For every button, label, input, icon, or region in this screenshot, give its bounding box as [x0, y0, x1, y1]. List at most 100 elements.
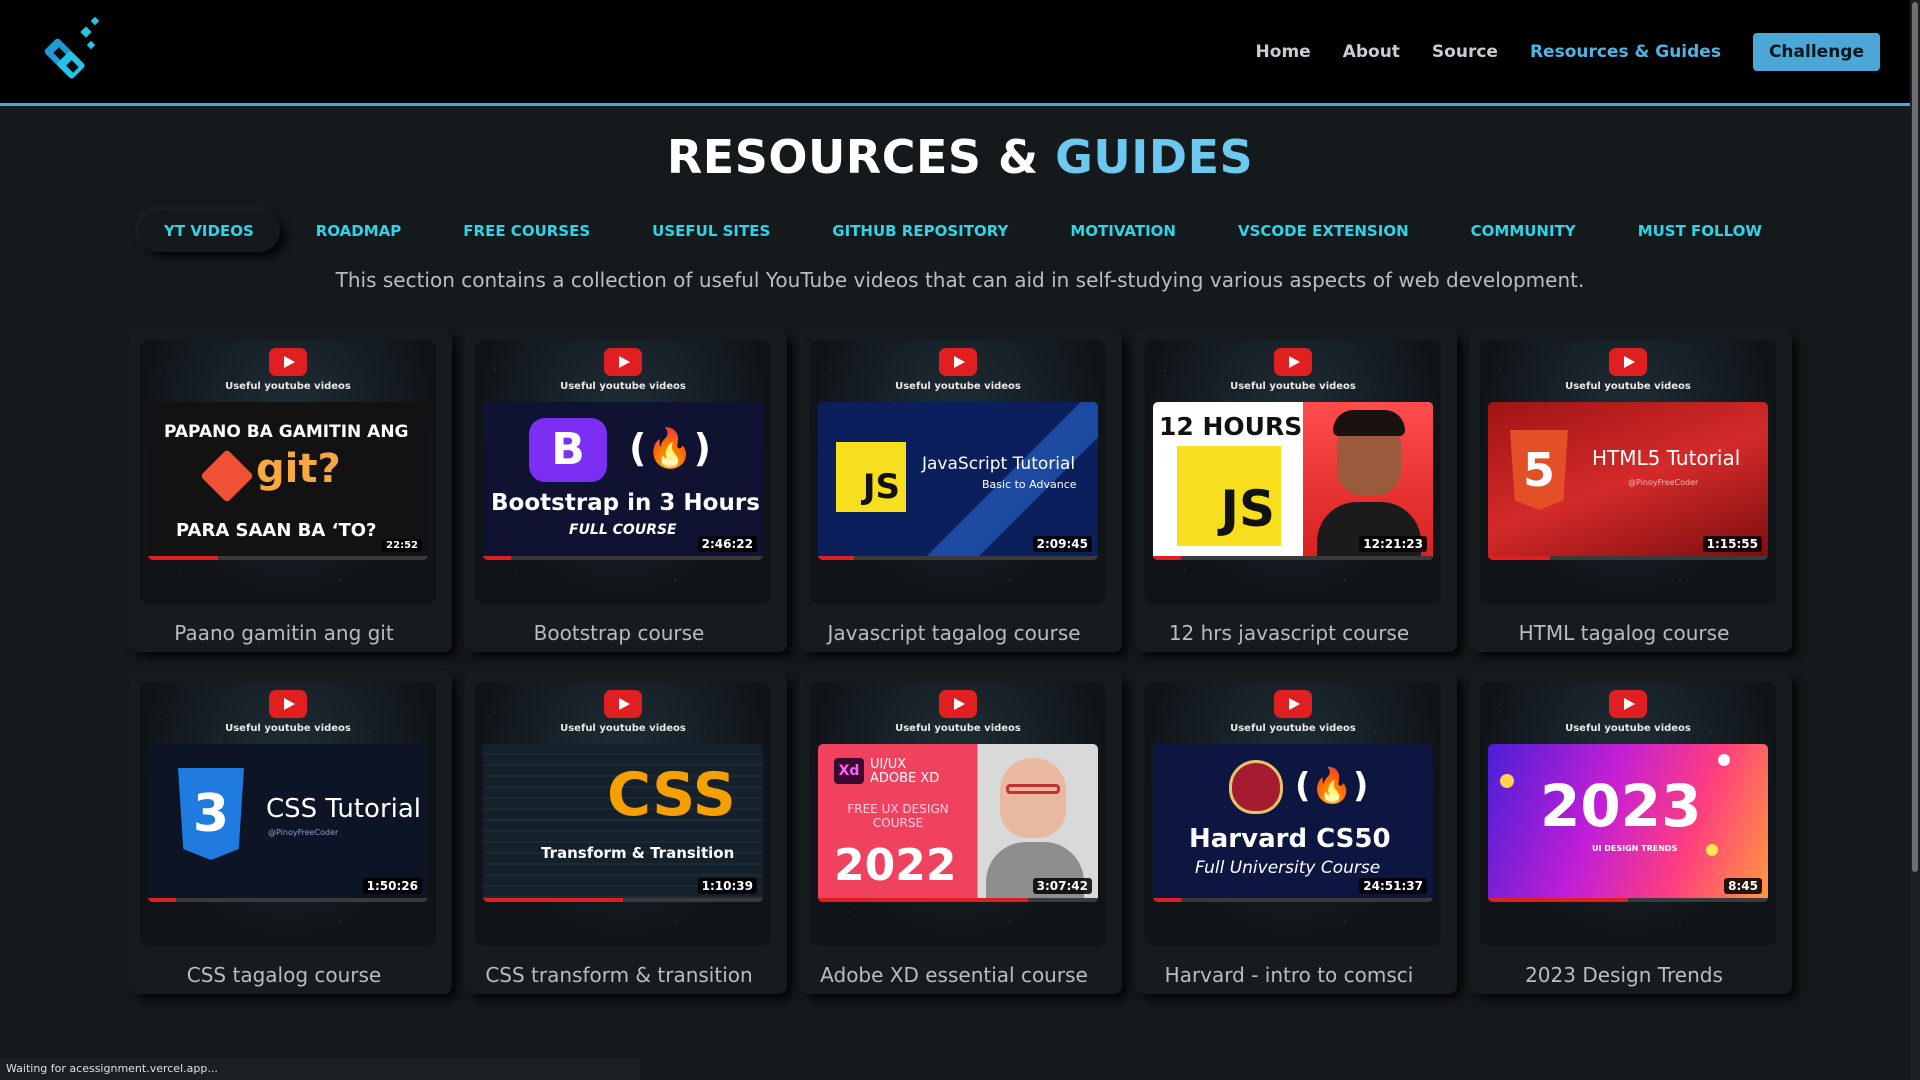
video-duration: 24:51:37 — [1359, 878, 1427, 894]
thumbnail-text: (🔥) — [629, 426, 712, 470]
thumbnail-text: B — [529, 418, 607, 482]
browser-status-bar: Waiting for acessignment.vercel.app... — [0, 1058, 640, 1080]
video-preview: 2023 UI DESIGN TRENDS 8:45 — [1488, 744, 1768, 902]
nav-source-link[interactable]: Source — [1432, 42, 1498, 62]
watch-progress — [148, 556, 218, 560]
video-title: HTML tagalog course — [1518, 621, 1730, 645]
thumbnail-caption: Useful youtube videos — [225, 723, 351, 734]
tab-useful-sites[interactable]: USEFUL SITES — [626, 210, 796, 252]
thumbnail-text: UI DESIGN TRENDS — [1592, 844, 1678, 853]
video-thumbnail[interactable]: Useful youtube videos 12 HOURS JS 12:21:… — [1145, 340, 1441, 604]
video-card[interactable]: Useful youtube videos 12 HOURS JS 12:21:… — [1137, 332, 1457, 652]
tab-must-follow[interactable]: MUST FOLLOW — [1612, 210, 1788, 252]
watch-progress — [1153, 898, 1181, 902]
tab-vscode-extension[interactable]: VSCODE EXTENSION — [1212, 210, 1435, 252]
resource-tabs: YT VIDEOS ROADMAP FREE COURSES USEFUL SI… — [138, 208, 1788, 254]
nav-resources-link[interactable]: Resources & Guides — [1530, 42, 1721, 62]
video-thumbnail[interactable]: Useful youtube videos PAPANO BA GAMITIN … — [140, 340, 436, 604]
tab-community[interactable]: COMMUNITY — [1445, 210, 1602, 252]
video-duration: 1:50:26 — [362, 878, 422, 894]
thumbnail-text: HTML5 Tutorial — [1592, 446, 1741, 470]
thumbnail-text: 12 HOURS — [1159, 412, 1303, 441]
thumbnail-caption: Useful youtube videos — [1565, 723, 1691, 734]
video-thumbnail[interactable]: Useful youtube videos Xd UI/UX ADOBE XD … — [810, 682, 1106, 946]
video-thumbnail[interactable]: Useful youtube videos CSS Transform & Tr… — [475, 682, 771, 946]
video-duration: 22:52 — [382, 539, 422, 552]
thumbnail-text: @PinoyFreeCoder — [268, 828, 339, 837]
tab-github-repository[interactable]: GITHUB REPOSITORY — [806, 210, 1034, 252]
thumbnail-text: (🔥) — [1295, 766, 1369, 806]
thumbnail-text: Bootstrap in 3 Hours — [491, 490, 760, 516]
thumbnail-text: JS — [1177, 446, 1281, 546]
video-title: Paano gamitin ang git — [174, 621, 394, 645]
video-card[interactable]: Useful youtube videos CSS Transform & Tr… — [467, 674, 787, 994]
youtube-play-icon — [939, 690, 977, 718]
video-thumbnail[interactable]: Useful youtube videos B (🔥) Bootstrap in… — [475, 340, 771, 604]
youtube-play-icon — [604, 690, 642, 718]
tab-motivation[interactable]: MOTIVATION — [1044, 210, 1202, 252]
video-card[interactable]: Useful youtube videos Xd UI/UX ADOBE XD … — [802, 674, 1122, 994]
thumbnail-text: Full University Course — [1195, 858, 1381, 878]
video-preview: 5 HTML5 Tutorial @PinoyFreeCoder 1:15:55 — [1488, 402, 1768, 560]
video-preview: 12 HOURS JS 12:21:23 — [1153, 402, 1433, 560]
video-title: Javascript tagalog course — [827, 621, 1081, 645]
tab-yt-videos[interactable]: YT VIDEOS — [138, 210, 280, 252]
youtube-play-icon — [269, 348, 307, 376]
thumbnail-text: 5 — [1510, 430, 1568, 510]
challenge-button[interactable]: Challenge — [1752, 33, 1880, 71]
tab-roadmap[interactable]: ROADMAP — [290, 210, 428, 252]
thumbnail-text: FULL COURSE — [569, 522, 677, 538]
video-card[interactable]: Useful youtube videos B (🔥) Bootstrap in… — [467, 332, 787, 652]
page-title-accent: GUIDES — [1055, 130, 1254, 184]
video-card[interactable]: Useful youtube videos 3 CSS Tutorial @Pi… — [132, 674, 452, 994]
video-thumbnail[interactable]: Useful youtube videos 3 CSS Tutorial @Pi… — [140, 682, 436, 946]
thumbnail-text: JS — [836, 442, 906, 512]
thumbnail-text: 2022 — [834, 840, 957, 891]
video-thumbnail[interactable]: Useful youtube videos (🔥) Harvard CS50 F… — [1145, 682, 1441, 946]
thumbnail-caption: Useful youtube videos — [895, 381, 1021, 392]
thumbnail-text: 2023 — [1540, 772, 1702, 840]
video-duration: 2:46:22 — [697, 536, 757, 552]
scrollbar-thumb[interactable] — [1912, 2, 1918, 872]
nav-about-link[interactable]: About — [1343, 42, 1400, 62]
site-logo[interactable] — [28, 14, 108, 92]
thumbnail-text: Transform & Transition — [541, 844, 735, 862]
youtube-play-icon — [604, 348, 642, 376]
watch-progress — [483, 898, 623, 902]
video-duration: 1:15:55 — [1702, 536, 1762, 552]
thumbnail-text: JavaScript Tutorial — [922, 454, 1076, 474]
harvard-shield-icon — [1229, 760, 1283, 814]
video-thumbnail[interactable]: Useful youtube videos 2023 UI DESIGN TRE… — [1480, 682, 1776, 946]
section-description: This section contains a collection of us… — [335, 268, 1585, 292]
video-title: Harvard - intro to comsci — [1164, 963, 1414, 987]
page-title-main: RESOURCES & — [666, 130, 1056, 184]
video-card[interactable]: Useful youtube videos PAPANO BA GAMITIN … — [132, 332, 452, 652]
thumbnail-text: Basic to Advance — [982, 478, 1077, 491]
presenter-photo — [1000, 758, 1066, 838]
video-card[interactable]: Useful youtube videos (🔥) Harvard CS50 F… — [1137, 674, 1457, 994]
watch-progress — [1488, 556, 1550, 560]
tab-free-courses[interactable]: FREE COURSES — [437, 210, 616, 252]
top-navbar: Home About Source Resources & Guides Cha… — [0, 0, 1920, 106]
thumbnail-caption: Useful youtube videos — [1230, 723, 1356, 734]
watch-progress — [818, 898, 1028, 902]
video-title: CSS transform & transition — [485, 963, 753, 987]
video-title: 12 hrs javascript course — [1168, 621, 1410, 645]
video-preview: PAPANO BA GAMITIN ANG git? PARA SAAN BA … — [148, 402, 428, 560]
nav-home-link[interactable]: Home — [1256, 42, 1311, 62]
video-preview: JS JavaScript Tutorial Basic to Advance … — [818, 402, 1098, 560]
video-card[interactable]: Useful youtube videos 2023 UI DESIGN TRE… — [1472, 674, 1792, 994]
youtube-play-icon — [1609, 348, 1647, 376]
video-thumbnail[interactable]: Useful youtube videos JS JavaScript Tuto… — [810, 340, 1106, 604]
youtube-play-icon — [269, 690, 307, 718]
video-preview: (🔥) Harvard CS50 Full University Course … — [1153, 744, 1433, 902]
thumbnail-text: CSS — [607, 760, 736, 830]
watch-progress — [483, 556, 511, 560]
video-card[interactable]: Useful youtube videos JS JavaScript Tuto… — [802, 332, 1122, 652]
video-title: 2023 Design Trends — [1525, 963, 1723, 987]
video-duration: 2:09:45 — [1032, 536, 1092, 552]
video-card[interactable]: Useful youtube videos 5 HTML5 Tutorial @… — [1472, 332, 1792, 652]
video-duration: 3:07:42 — [1032, 878, 1092, 894]
video-thumbnail[interactable]: Useful youtube videos 5 HTML5 Tutorial @… — [1480, 340, 1776, 604]
page-scrollbar[interactable] — [1910, 0, 1920, 1080]
